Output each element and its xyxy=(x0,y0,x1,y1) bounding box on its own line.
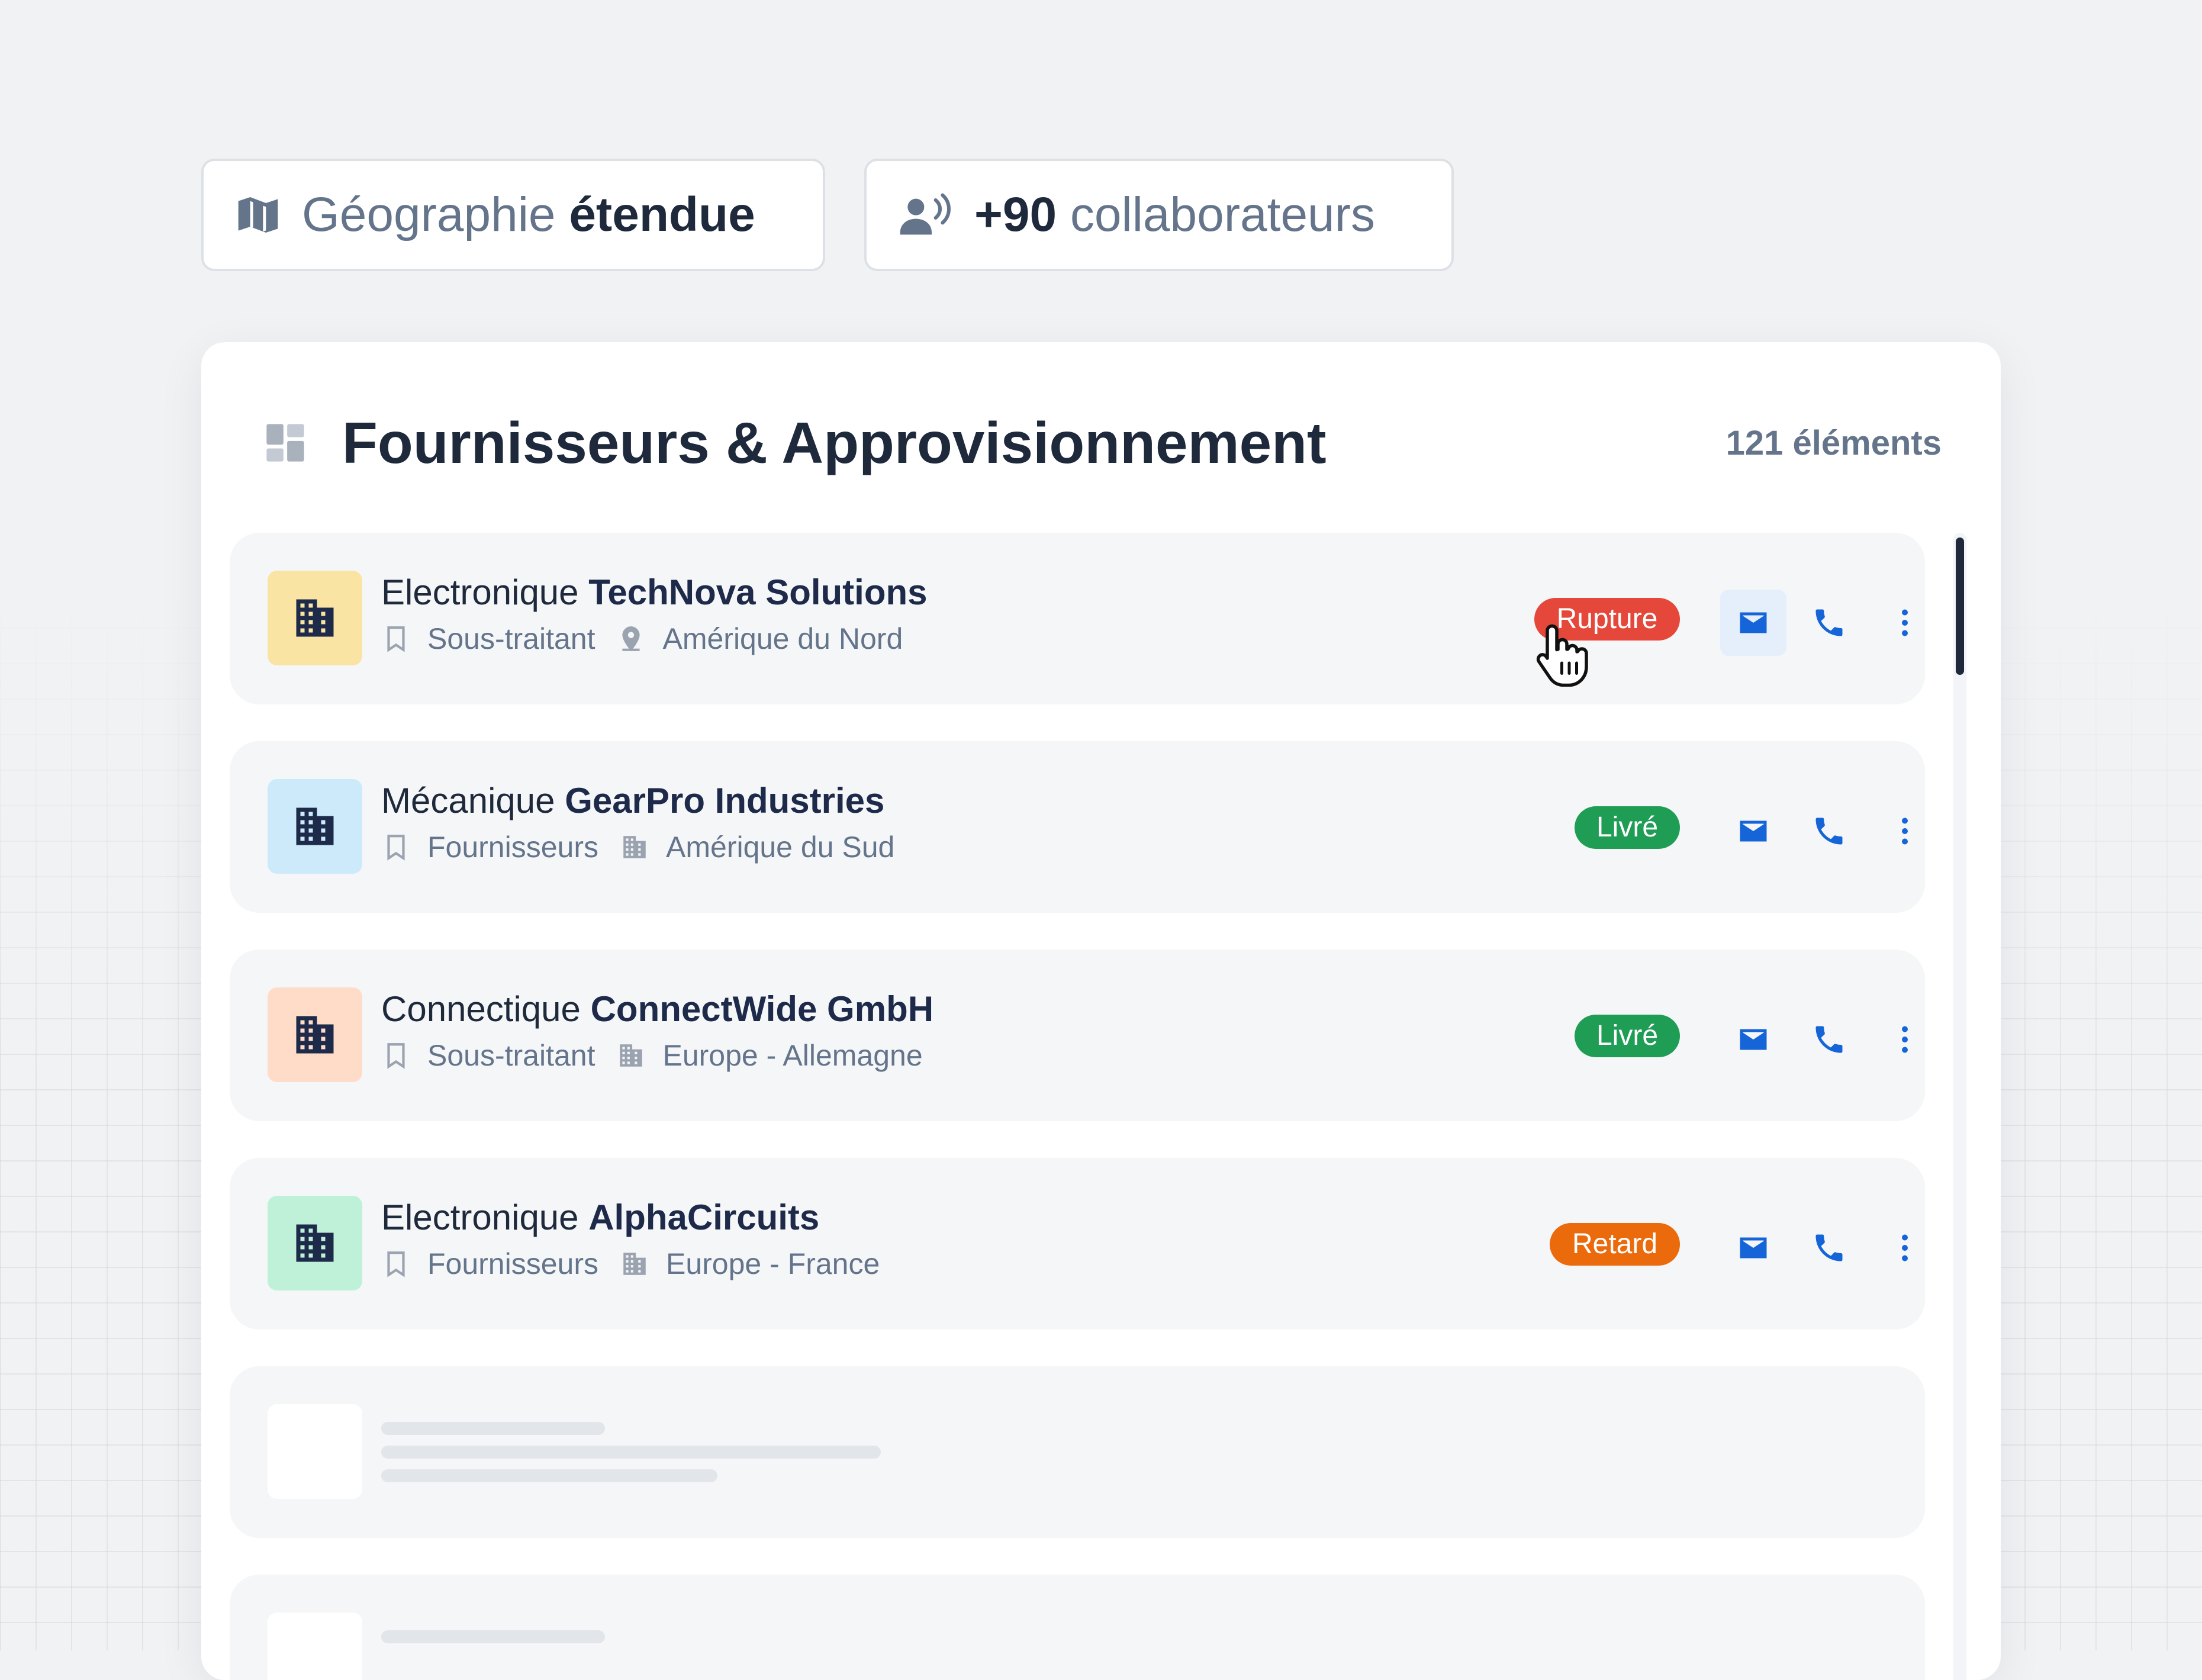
skeleton-row xyxy=(230,1366,1925,1538)
more-options-button[interactable] xyxy=(1872,590,1938,656)
company-thumbnail xyxy=(268,571,362,665)
email-button[interactable] xyxy=(1720,1215,1786,1281)
mail-icon xyxy=(1740,1029,1767,1050)
panel-header: Fournisseurs & Approvisionnement 121 élé… xyxy=(263,401,1942,484)
building-icon xyxy=(620,1044,643,1067)
company-thumbnail xyxy=(268,987,362,1082)
supplier-meta: Sous-traitant Europe - Allemagne xyxy=(381,1038,923,1073)
list-item[interactable]: Electronique TechNova Solutions Sous-tra… xyxy=(230,533,1925,704)
skeleton-line xyxy=(381,1446,881,1459)
supplier-type: Fournisseurs xyxy=(427,831,598,864)
phone-icon xyxy=(1815,1234,1843,1261)
supplier-type: Fournisseurs xyxy=(427,1247,598,1280)
status-badge: Livré xyxy=(1575,1015,1680,1057)
building-icon xyxy=(623,836,646,858)
skeleton-line xyxy=(381,1422,605,1435)
call-button[interactable] xyxy=(1796,1006,1862,1073)
kebab-menu-icon xyxy=(1902,1026,1908,1053)
kebab-menu-icon xyxy=(1902,1234,1908,1261)
dashboard-icon xyxy=(266,424,304,462)
call-button[interactable] xyxy=(1796,1215,1862,1281)
list-item[interactable]: Connectique ConnectWide GmbH Sous-traita… xyxy=(230,950,1925,1121)
supplier-location: Amérique du Sud xyxy=(666,831,895,864)
status-badge: Livré xyxy=(1575,806,1680,849)
supplier-title: Electronique AlphaCircuits xyxy=(381,1198,820,1237)
skeleton-line xyxy=(381,1469,717,1482)
building-icon xyxy=(296,1224,334,1262)
skeleton-line xyxy=(381,1630,605,1643)
call-button[interactable] xyxy=(1796,798,1862,864)
panel-title: Fournisseurs & Approvisionnement xyxy=(342,410,1327,475)
kebab-menu-icon xyxy=(1902,818,1908,845)
supplier-location: Europe - Allemagne xyxy=(662,1039,923,1072)
stat-chip-geography: Géographie étendue xyxy=(201,159,825,271)
call-button[interactable] xyxy=(1796,590,1862,656)
person-voice-icon xyxy=(900,193,951,235)
mail-icon xyxy=(1740,820,1767,842)
email-button[interactable] xyxy=(1720,590,1786,656)
hand-cursor-icon xyxy=(1536,624,1588,687)
supplier-title: Mécanique GearPro Industries xyxy=(381,781,885,820)
building-icon xyxy=(296,807,334,845)
bookmark-icon xyxy=(387,1251,405,1277)
supplier-meta: Fournisseurs Europe - France xyxy=(381,1247,880,1281)
email-button[interactable] xyxy=(1720,1006,1786,1073)
scrollbar-thumb[interactable] xyxy=(1956,538,1964,675)
supplier-meta: Fournisseurs Amérique du Sud xyxy=(381,830,894,864)
kebab-menu-icon xyxy=(1902,609,1908,636)
supplier-type: Sous-traitant xyxy=(427,1039,595,1072)
supplier-meta: Sous-traitant Amérique du Nord xyxy=(381,622,903,656)
phone-icon xyxy=(1815,1026,1843,1053)
scrollbar-track[interactable] xyxy=(1953,533,1966,1680)
map-icon xyxy=(238,197,278,233)
stat-collaborators-text: +90 collaborateurs xyxy=(974,188,1375,242)
item-count: 121 éléments xyxy=(1725,423,1942,462)
supplier-type: Sous-traitant xyxy=(427,622,595,655)
pin-icon xyxy=(622,626,640,651)
more-options-button[interactable] xyxy=(1872,798,1938,864)
mail-icon xyxy=(1740,1237,1767,1259)
skeleton-row xyxy=(230,1575,1925,1680)
phone-icon xyxy=(1815,818,1843,845)
building-icon xyxy=(296,1016,334,1054)
skeleton-thumbnail xyxy=(268,1613,362,1680)
email-button[interactable] xyxy=(1720,798,1786,864)
suppliers-panel: Fournisseurs & Approvisionnement 121 élé… xyxy=(201,342,2001,1680)
company-thumbnail xyxy=(268,779,362,874)
stat-geography-text: Géographie étendue xyxy=(302,188,755,242)
status-badge: Retard xyxy=(1550,1223,1680,1266)
company-thumbnail xyxy=(268,1196,362,1290)
list-item[interactable]: Electronique AlphaCircuits Fournisseurs … xyxy=(230,1158,1925,1330)
more-options-button[interactable] xyxy=(1872,1006,1938,1073)
supplier-location: Europe - France xyxy=(666,1247,880,1280)
stat-chip-collaborators: +90 collaborateurs xyxy=(864,159,1454,271)
supplier-title: Electronique TechNova Solutions xyxy=(381,572,928,612)
more-options-button[interactable] xyxy=(1872,1215,1938,1281)
supplier-title: Connectique ConnectWide GmbH xyxy=(381,989,934,1029)
bookmark-icon xyxy=(387,626,405,652)
bookmark-icon xyxy=(387,1043,405,1069)
phone-icon xyxy=(1815,609,1843,636)
bookmark-icon xyxy=(387,835,405,861)
mail-icon xyxy=(1740,612,1767,633)
building-icon xyxy=(296,599,334,637)
skeleton-thumbnail xyxy=(268,1404,362,1499)
building-icon xyxy=(623,1253,646,1275)
list-item[interactable]: Mécanique GearPro Industries Fournisseur… xyxy=(230,741,1925,913)
supplier-location: Amérique du Nord xyxy=(662,622,903,655)
